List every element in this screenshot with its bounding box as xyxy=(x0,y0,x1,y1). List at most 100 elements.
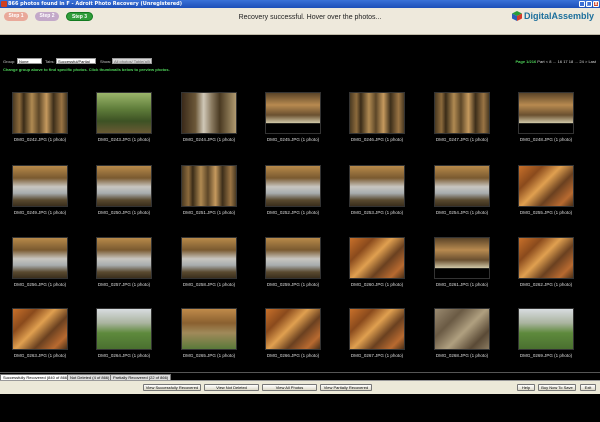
view-all-photos-button[interactable]: View All Photos xyxy=(262,384,317,391)
photo-thumbnail-tile[interactable]: DMG_0253.JPG (1 photo) xyxy=(337,165,417,215)
photo-thumbnail[interactable] xyxy=(518,165,574,207)
photo-thumbnail-tile[interactable]: DMG_0247.JPG (1 photo) xyxy=(422,92,502,142)
photo-thumbnail-tile[interactable]: DMG_0248.JPG (1 photo) xyxy=(506,92,586,142)
photo-thumbnail-tile[interactable]: DMG_0267.JPG (1 photo) xyxy=(337,308,417,358)
photo-thumbnail[interactable] xyxy=(518,237,574,279)
photo-thumbnail-tile[interactable]: DMG_0249.JPG (1 photo) xyxy=(0,165,80,215)
photo-caption: DMG_0244.JPG (1 photo) xyxy=(182,137,236,142)
photo-caption: DMG_0249.JPG (1 photo) xyxy=(13,210,67,215)
photo-thumbnail-tile[interactable]: DMG_0262.JPG (1 photo) xyxy=(506,237,586,287)
photo-thumbnail-tile[interactable]: DMG_0244.JPG (1 photo) xyxy=(169,92,249,142)
group-label: Group: xyxy=(3,59,16,64)
photo-thumbnail-tile[interactable]: DMG_0266.JPG (1 photo) xyxy=(253,308,333,358)
photo-caption: DMG_0267.JPG (1 photo) xyxy=(350,353,404,358)
photo-caption: DMG_0259.JPG (1 photo) xyxy=(266,282,320,287)
title-bar: 866 photos found in F - Adroit Photo Rec… xyxy=(0,0,600,8)
photo-caption: DMG_0246.JPG (1 photo) xyxy=(350,137,404,142)
photo-caption: DMG_0243.JPG (1 photo) xyxy=(97,137,151,142)
photo-caption: DMG_0242.JPG (1 photo) xyxy=(13,137,67,142)
photo-thumbnail-tile[interactable]: DMG_0242.JPG (1 photo) xyxy=(0,92,80,142)
photo-caption: DMG_0256.JPG (1 photo) xyxy=(13,282,67,287)
photo-thumbnail[interactable] xyxy=(181,237,237,279)
photo-thumbnail-tile[interactable]: DMG_0254.JPG (1 photo) xyxy=(422,165,502,215)
close-button[interactable]: x xyxy=(593,1,599,7)
photo-thumbnail[interactable] xyxy=(96,165,152,207)
photo-caption: DMG_0263.JPG (1 photo) xyxy=(13,353,67,358)
photo-thumbnail-tile[interactable]: DMG_0259.JPG (1 photo) xyxy=(253,237,333,287)
photo-thumbnail-tile[interactable]: DMG_0264.JPG (1 photo) xyxy=(84,308,164,358)
group-select[interactable]: None xyxy=(17,58,42,64)
photo-thumbnail[interactable] xyxy=(265,308,321,350)
photo-thumbnail[interactable] xyxy=(181,165,237,207)
tabs-select[interactable]: Successful/Partial xyxy=(56,58,96,64)
window-title: 866 photos found in F - Adroit Photo Rec… xyxy=(8,1,183,7)
photo-thumbnail[interactable] xyxy=(349,92,405,134)
photo-thumbnail-tile[interactable]: DMG_0258.JPG (1 photo) xyxy=(169,237,249,287)
photo-thumbnail[interactable] xyxy=(434,308,490,350)
view-successfully-recovered-button[interactable]: View Successfully Recovered xyxy=(143,384,201,391)
photo-thumbnail-tile[interactable]: DMG_0256.JPG (1 photo) xyxy=(0,237,80,287)
photo-thumbnail-tile[interactable]: DMG_0263.JPG (1 photo) xyxy=(0,308,80,358)
photo-thumbnail[interactable] xyxy=(265,92,321,134)
photo-thumbnail-tile[interactable]: DMG_0269.JPG (1 photo) xyxy=(506,308,586,358)
photo-thumbnail-tile[interactable]: DMG_0261.JPG (1 photo) xyxy=(422,237,502,287)
digitalassembly-logo[interactable]: DigitalAssembly xyxy=(511,11,594,21)
show-select[interactable]: All photos/ Table(all) xyxy=(112,58,152,64)
photo-thumbnail[interactable] xyxy=(349,237,405,279)
maximize-button[interactable]: □ xyxy=(586,1,592,7)
view-partially-recovered-button[interactable]: View Partially Recovered xyxy=(320,384,372,391)
logo-text: DigitalAssembly xyxy=(523,11,594,21)
photo-caption: DMG_0250.JPG (1 photo) xyxy=(97,210,151,215)
photo-thumbnail-tile[interactable]: DMG_0246.JPG (1 photo) xyxy=(337,92,417,142)
photo-thumbnail[interactable] xyxy=(518,308,574,350)
window-controls: _ □ x xyxy=(579,1,599,7)
photo-thumbnail-tile[interactable]: DMG_0250.JPG (1 photo) xyxy=(84,165,164,215)
photo-thumbnail[interactable] xyxy=(434,165,490,207)
photo-thumbnail[interactable] xyxy=(349,308,405,350)
help-button[interactable]: Help xyxy=(517,384,535,391)
photo-thumbnail-tile[interactable]: DMG_0243.JPG (1 photo) xyxy=(84,92,164,142)
minimize-button[interactable]: _ xyxy=(579,1,585,7)
page-navigation[interactable]: Part < 8 … 16 17 18 … 24 > Last xyxy=(537,59,596,64)
bottom-padding xyxy=(0,394,600,422)
photo-thumbnail-tile[interactable]: DMG_0255.JPG (1 photo) xyxy=(506,165,586,215)
photo-thumbnail[interactable] xyxy=(181,92,237,134)
exit-button[interactable]: Exit xyxy=(580,384,596,391)
photo-caption: DMG_0254.JPG (1 photo) xyxy=(435,210,489,215)
photo-thumbnail-tile[interactable]: DMG_0268.JPG (1 photo) xyxy=(422,308,502,358)
photo-thumbnail[interactable] xyxy=(12,165,68,207)
photo-thumbnail[interactable] xyxy=(12,308,68,350)
photo-thumbnail[interactable] xyxy=(265,237,321,279)
photo-thumbnail[interactable] xyxy=(349,165,405,207)
buy-now-button[interactable]: Buy Now To Save xyxy=(538,384,576,391)
photo-caption: DMG_0255.JPG (1 photo) xyxy=(519,210,573,215)
photo-thumbnail-tile[interactable]: DMG_0257.JPG (1 photo) xyxy=(84,237,164,287)
photo-thumbnail[interactable] xyxy=(265,165,321,207)
photo-thumbnail[interactable] xyxy=(96,92,152,134)
photo-thumbnail[interactable] xyxy=(12,237,68,279)
photo-thumbnail[interactable] xyxy=(12,92,68,134)
photo-thumbnail[interactable] xyxy=(434,92,490,134)
step-3-button[interactable]: Step 3 xyxy=(66,12,93,21)
photo-thumbnail-tile[interactable]: DMG_0252.JPG (1 photo) xyxy=(253,165,333,215)
photo-thumbnail-tile[interactable]: DMG_0265.JPG (1 photo) xyxy=(169,308,249,358)
bottom-toolbar: View Successfully Recovered View Not Del… xyxy=(0,380,600,394)
photo-caption: DMG_0245.JPG (1 photo) xyxy=(266,137,320,142)
photo-thumbnail-tile[interactable]: DMG_0245.JPG (1 photo) xyxy=(253,92,333,142)
photo-caption: DMG_0252.JPG (1 photo) xyxy=(266,210,320,215)
page-label: Page 1/216 xyxy=(515,59,537,64)
photo-thumbnail-tile[interactable]: DMG_0260.JPG (1 photo) xyxy=(337,237,417,287)
photo-thumbnail[interactable] xyxy=(434,237,490,279)
photo-thumbnail[interactable] xyxy=(96,237,152,279)
photo-thumbnail-tile[interactable]: DMG_0251.JPG (1 photo) xyxy=(169,165,249,215)
photo-thumbnail[interactable] xyxy=(518,92,574,134)
tabs-label: Tabs: xyxy=(45,59,55,64)
step-2-button[interactable]: Step 2 xyxy=(35,12,59,21)
photo-thumbnail[interactable] xyxy=(181,308,237,350)
photo-caption: DMG_0257.JPG (1 photo) xyxy=(97,282,151,287)
view-not-deleted-button[interactable]: View Not Deleted xyxy=(204,384,259,391)
photo-caption: DMG_0258.JPG (1 photo) xyxy=(182,282,236,287)
photo-caption: DMG_0251.JPG (1 photo) xyxy=(182,210,236,215)
photo-thumbnail[interactable] xyxy=(96,308,152,350)
step-1-button[interactable]: Step 1 xyxy=(4,12,28,21)
